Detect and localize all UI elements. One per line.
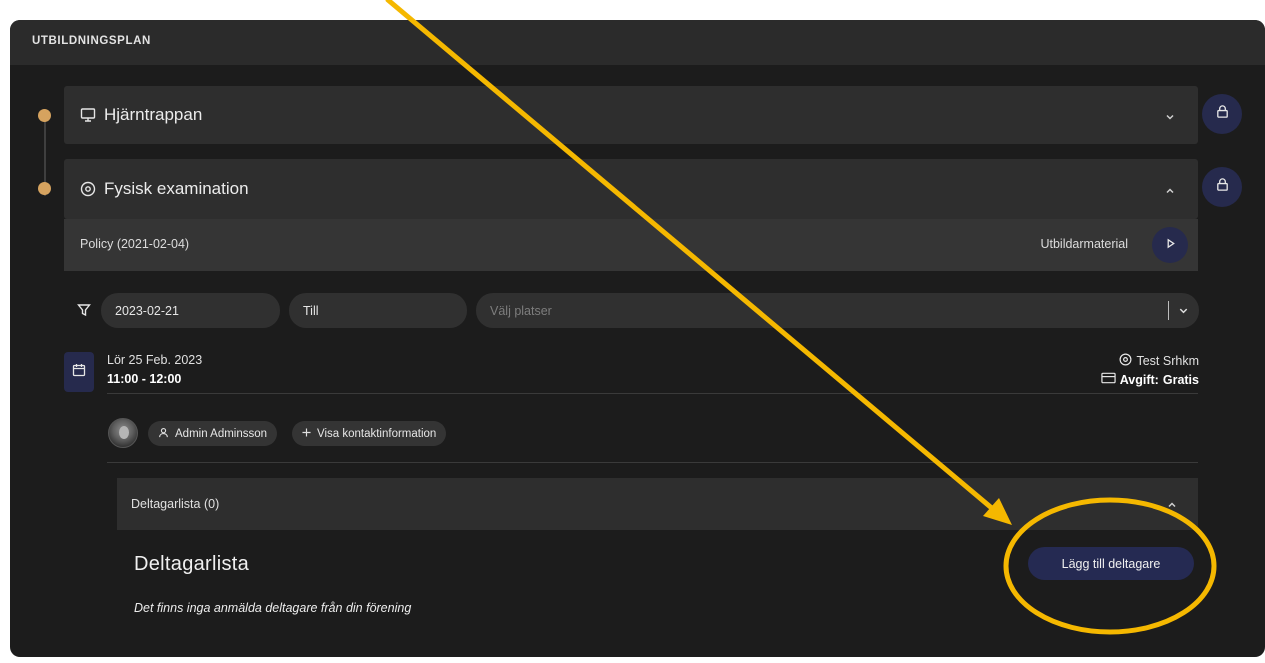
play-material-button[interactable] [1152, 227, 1188, 263]
location-select[interactable]: Välj platser [476, 293, 1199, 328]
participants-section-title: Deltagarlista [134, 553, 250, 575]
session-fee: Avgift: Gratis [1101, 372, 1199, 387]
select-divider [1168, 301, 1169, 320]
from-date-field[interactable]: 2023-02-21 [101, 293, 280, 328]
lock-icon [1215, 177, 1230, 197]
instructor-name: Admin Adminsson [175, 427, 268, 440]
show-contact-label: Visa kontaktinformation [317, 427, 437, 440]
module-accordion-hjarntrappan[interactable]: Hjärntrappan [64, 86, 1198, 144]
monitor-icon [80, 107, 96, 123]
material-label: Utbildarmaterial [1040, 237, 1128, 251]
module-title: Fysisk examination [104, 179, 249, 198]
divider [107, 462, 1198, 463]
play-icon [1165, 236, 1176, 254]
policy-label: Policy (2021-02-04) [80, 237, 190, 251]
fee-value: Gratis [1162, 372, 1199, 387]
credit-card-icon [1101, 372, 1116, 387]
lock-button[interactable] [1202, 167, 1242, 207]
divider [107, 393, 1198, 394]
map-pin-icon [80, 181, 96, 197]
chevron-up-icon[interactable] [1164, 184, 1176, 196]
avatar [108, 418, 138, 448]
chevron-down-icon[interactable] [1164, 110, 1176, 122]
participants-list-header: Deltagarlista (0) [131, 497, 220, 511]
calendar-badge [64, 352, 94, 392]
calendar-icon [72, 363, 86, 382]
fee-label: Avgift: [1119, 372, 1159, 387]
policy-row: Policy (2021-02-04) Utbildarmaterial [64, 219, 1198, 271]
session-time: 11:00 - 12:00 [107, 372, 182, 386]
plus-icon [302, 427, 311, 440]
chevron-up-icon[interactable] [1166, 498, 1178, 510]
show-contact-button[interactable]: Visa kontaktinformation [292, 421, 447, 446]
training-plan-panel: UTBILDNINGSPLAN Hjärntrappan Fysisk exam… [10, 20, 1265, 657]
session-location: Test Srhkm [1119, 353, 1199, 369]
add-participant-button[interactable]: Lägg till deltagare [1028, 547, 1194, 580]
module-accordion-fysisk-examination[interactable]: Fysisk examination [64, 159, 1198, 219]
lock-icon [1215, 104, 1230, 124]
module-title: Hjärntrappan [104, 105, 203, 124]
instructor-chip: Admin Adminsson [148, 421, 278, 446]
to-date-value: Till [303, 304, 319, 318]
panel-title: UTBILDNINGSPLAN [32, 35, 151, 47]
timeline-dot [38, 182, 51, 195]
timeline-dot [38, 109, 51, 122]
avatar-face [119, 426, 129, 439]
from-date-value: 2023-02-21 [115, 304, 179, 318]
lock-button[interactable] [1202, 94, 1242, 134]
to-date-field[interactable]: Till [289, 293, 467, 328]
session-date: Lör 25 Feb. 2023 [107, 353, 203, 367]
location-name: Test Srhkm [1136, 354, 1199, 368]
empty-participants-message: Det finns inga anmälda deltagare från di… [134, 601, 412, 615]
add-participant-label: Lägg till deltagare [1061, 556, 1161, 571]
location-placeholder: Välj platser [490, 304, 552, 318]
user-icon [158, 427, 169, 441]
panel-header: UTBILDNINGSPLAN [10, 20, 1265, 65]
map-pin-icon [1119, 353, 1132, 369]
filter-icon[interactable] [77, 303, 91, 317]
participants-accordion[interactable]: Deltagarlista (0) [117, 478, 1198, 530]
chevron-down-icon[interactable] [1178, 305, 1189, 316]
